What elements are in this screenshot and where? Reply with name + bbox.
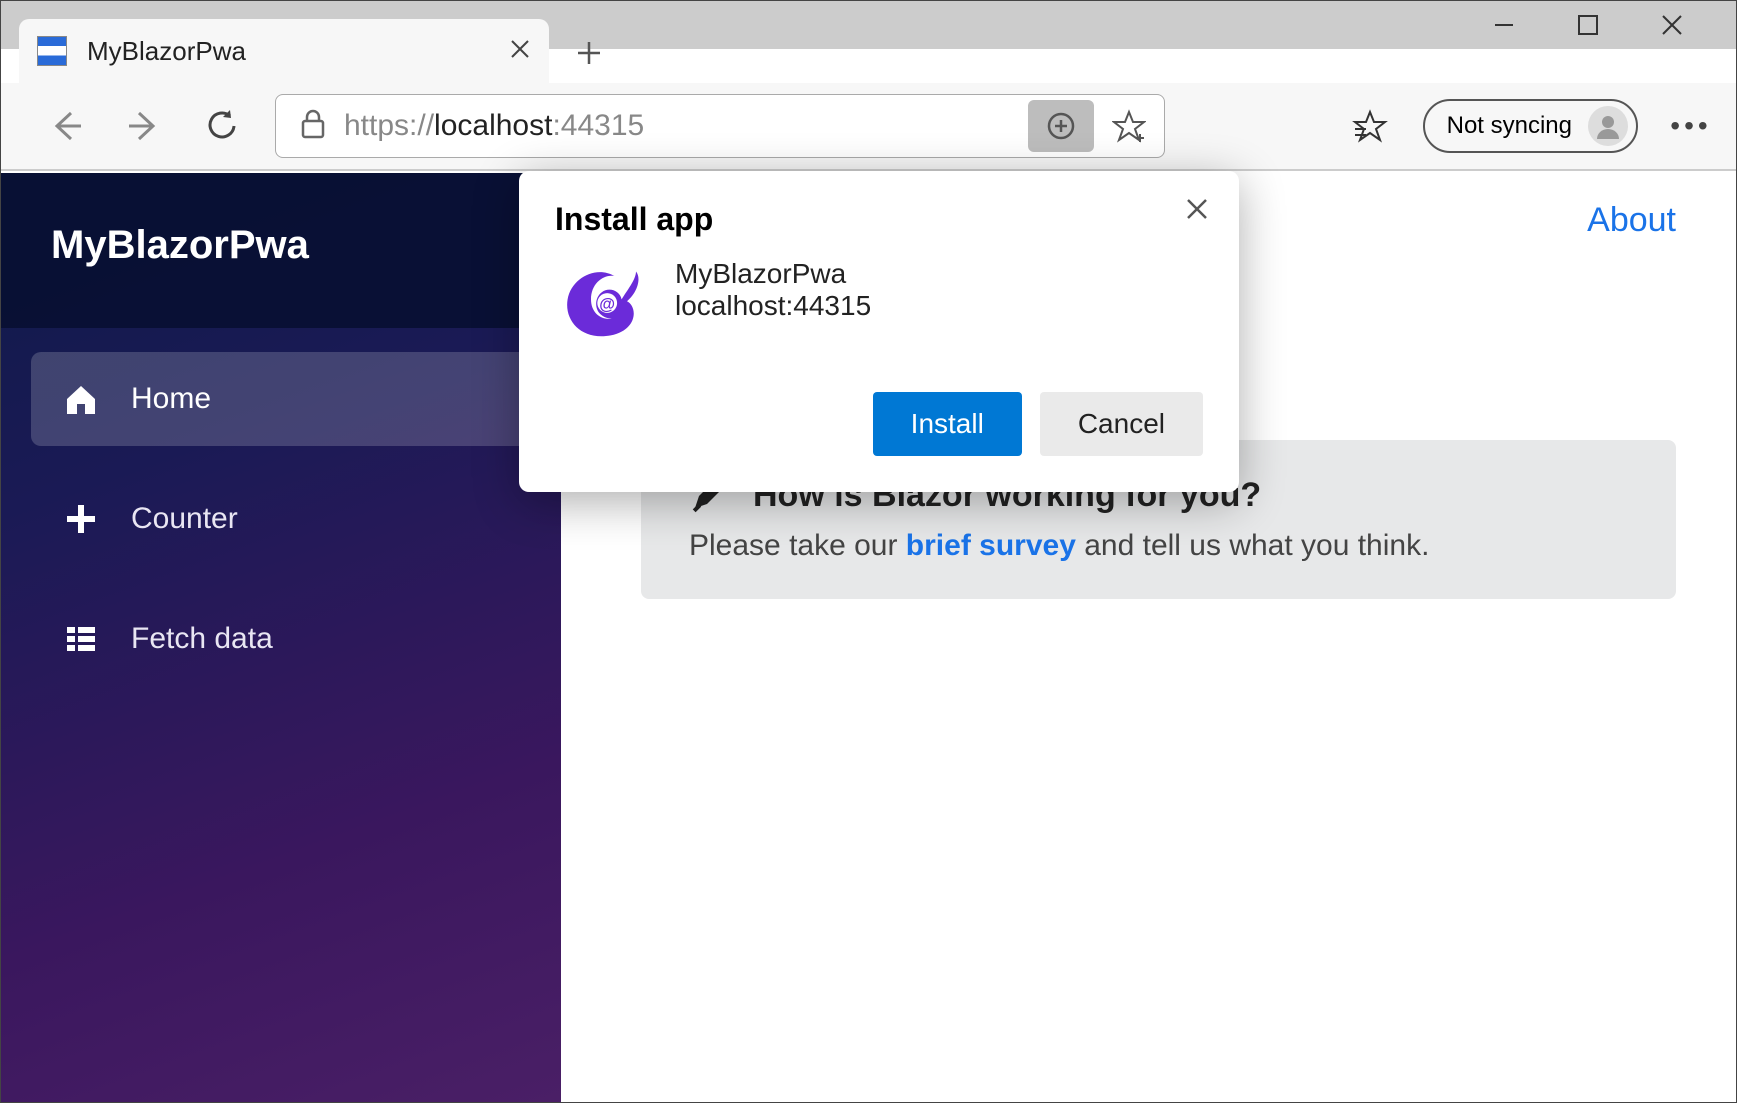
tab-favicon-icon	[37, 36, 67, 66]
blazor-logo-icon: @	[555, 258, 645, 348]
survey-link[interactable]: brief survey	[906, 529, 1076, 562]
svg-text:@: @	[599, 295, 615, 313]
survey-prefix: Please take our	[689, 529, 906, 562]
close-window-button[interactable]	[1658, 11, 1686, 39]
favorite-button[interactable]	[1104, 101, 1154, 151]
avatar-icon	[1588, 106, 1628, 146]
back-button[interactable]	[41, 101, 91, 151]
tab-title: MyBlazorPwa	[87, 36, 246, 67]
sidebar-item-label: Fetch data	[131, 622, 273, 656]
sidebar-item-label: Counter	[131, 502, 238, 536]
minimize-button[interactable]	[1490, 11, 1518, 39]
settings-more-button[interactable]: •••	[1666, 101, 1716, 151]
sidebar-item-fetch-data[interactable]: Fetch data	[31, 592, 531, 686]
close-tab-button[interactable]	[509, 34, 531, 68]
forward-button[interactable]	[119, 101, 169, 151]
install-app-button[interactable]	[1028, 100, 1094, 152]
browser-tab[interactable]: MyBlazorPwa	[19, 19, 549, 83]
refresh-button[interactable]	[197, 101, 247, 151]
url-port: :44315	[552, 109, 644, 142]
install-app-popup: Install app @ MyBlazorPwa localhost:4431…	[519, 171, 1239, 492]
collections-button[interactable]	[1345, 101, 1395, 151]
window-controls	[1490, 1, 1736, 49]
sidebar-item-home[interactable]: Home	[31, 352, 531, 446]
url-host: localhost	[434, 109, 552, 142]
survey-suffix: and tell us what you think.	[1076, 529, 1430, 562]
nav-list: Home Counter Fetch data	[1, 328, 561, 710]
profile-label: Not syncing	[1447, 112, 1572, 140]
sidebar-item-label: Home	[131, 382, 211, 416]
lock-icon	[300, 109, 326, 144]
cancel-button[interactable]: Cancel	[1040, 392, 1203, 456]
app-brand: MyBlazorPwa	[1, 173, 561, 328]
install-popup-appname: MyBlazorPwa	[675, 258, 871, 290]
install-button[interactable]: Install	[873, 392, 1022, 456]
tab-strip: MyBlazorPwa	[19, 13, 619, 83]
sidebar: MyBlazorPwa Home Counter	[1, 173, 561, 1102]
list-icon	[61, 619, 101, 659]
about-link[interactable]: About	[1587, 201, 1676, 240]
sidebar-item-counter[interactable]: Counter	[31, 472, 531, 566]
profile-button[interactable]: Not syncing	[1423, 99, 1638, 153]
home-icon	[61, 379, 101, 419]
url-scheme: https://	[344, 109, 434, 142]
survey-text: Please take our brief survey and tell us…	[689, 529, 1628, 563]
new-tab-button[interactable]	[559, 23, 619, 83]
address-url: https://localhost:44315	[344, 109, 644, 143]
browser-toolbar: https://localhost:44315 Not syncing •••	[1, 83, 1736, 171]
close-popup-button[interactable]	[1177, 189, 1217, 229]
install-popup-title: Install app	[555, 201, 1203, 238]
install-popup-host: localhost:44315	[675, 290, 871, 322]
address-bar[interactable]: https://localhost:44315	[275, 94, 1165, 158]
plus-icon	[61, 499, 101, 539]
maximize-button[interactable]	[1574, 11, 1602, 39]
